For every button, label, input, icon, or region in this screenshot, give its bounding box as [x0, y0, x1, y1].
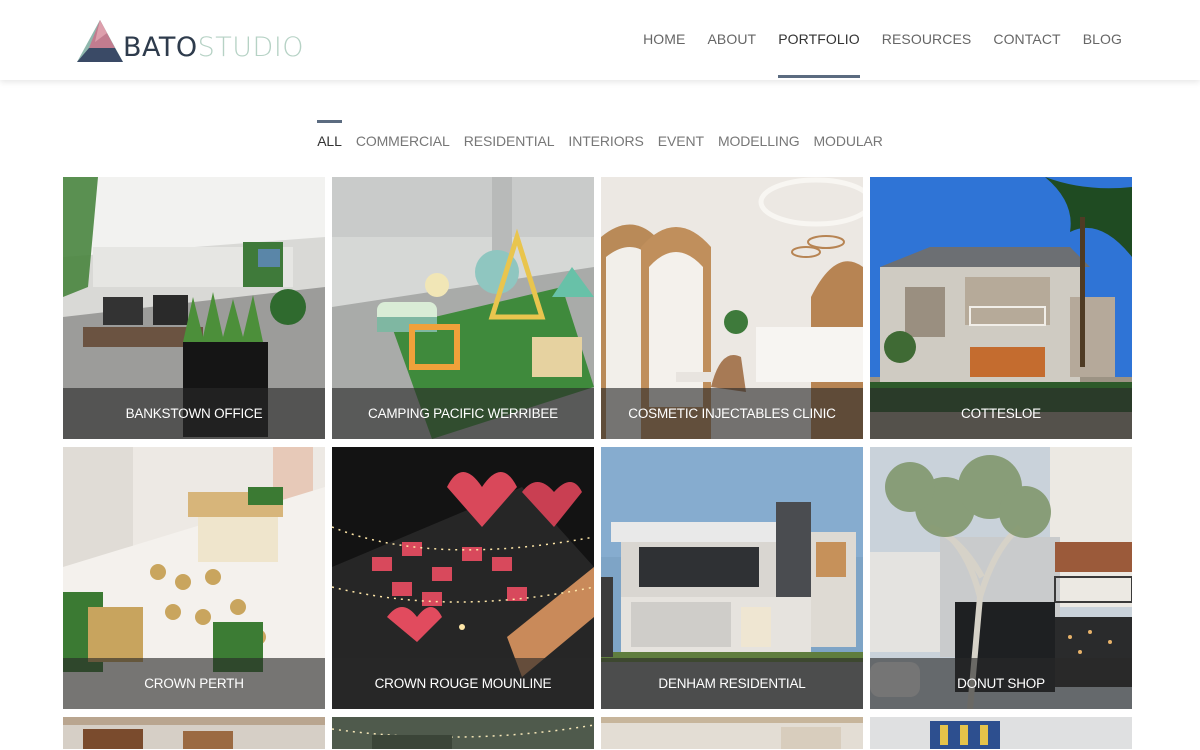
project-title: CAMPING PACIFIC WERRIBEE	[332, 388, 594, 439]
project-tile-partial-4[interactable]	[870, 717, 1132, 749]
main-nav: HOME ABOUT PORTFOLIO RESOURCES CONTACT B…	[621, 31, 1122, 78]
mountain-logo-icon	[77, 20, 123, 62]
project-tile-cottesloe[interactable]: COTTESLOE	[870, 177, 1132, 439]
filter-all[interactable]: ALL	[317, 120, 342, 149]
project-tile-cosmetic-injectables-clinic[interactable]: COSMETIC INJECTABLES CLINIC	[601, 177, 863, 439]
project-title: CROWN ROUGE MOUNLINE	[332, 658, 594, 709]
project-tile-donut-shop[interactable]: DONUT SHOP	[870, 447, 1132, 709]
filter-event[interactable]: EVENT	[658, 133, 704, 149]
nav-resources[interactable]: RESOURCES	[882, 31, 972, 47]
filter-modular[interactable]: MODULAR	[814, 133, 883, 149]
filter-residential[interactable]: RESIDENTIAL	[464, 133, 555, 149]
project-tile-denham-residential[interactable]: DENHAM RESIDENTIAL	[601, 447, 863, 709]
nav-about[interactable]: ABOUT	[707, 31, 756, 47]
nav-blog[interactable]: BLOG	[1083, 31, 1122, 47]
project-tile-partial-3[interactable]	[601, 717, 863, 749]
brand-part1: BATO	[123, 32, 198, 63]
project-title: DONUT SHOP	[870, 658, 1132, 709]
nav-contact[interactable]: CONTACT	[993, 31, 1060, 47]
project-title: CROWN PERTH	[63, 658, 325, 709]
project-title: BANKSTOWN OFFICE	[63, 388, 325, 439]
project-title: COSMETIC INJECTABLES CLINIC	[601, 388, 863, 439]
brand-wordmark: BATOSTUDIO	[123, 34, 304, 64]
site-header: BATOSTUDIO HOME ABOUT PORTFOLIO RESOURCE…	[0, 0, 1200, 80]
project-image	[63, 717, 325, 749]
brand-logo[interactable]: BATOSTUDIO	[75, 16, 304, 64]
project-tile-bankstown-office[interactable]: BANKSTOWN OFFICE	[63, 177, 325, 439]
portfolio-grid: BANKSTOWN OFFICE CAMPING PACIFIC WERRIBE…	[63, 177, 1135, 749]
brand-part2: STUDIO	[197, 32, 305, 63]
nav-home[interactable]: HOME	[643, 31, 685, 47]
portfolio-filters: ALL COMMERCIAL RESIDENTIAL INTERIORS EVE…	[0, 120, 1200, 149]
project-tile-partial-1[interactable]	[63, 717, 325, 749]
project-tile-camping-pacific-werribee[interactable]: CAMPING PACIFIC WERRIBEE	[332, 177, 594, 439]
project-tile-crown-perth[interactable]: CROWN PERTH	[63, 447, 325, 709]
project-image	[870, 717, 1132, 749]
project-tile-crown-rouge-mounline[interactable]: CROWN ROUGE MOUNLINE	[332, 447, 594, 709]
project-title: COTTESLOE	[870, 388, 1132, 439]
filter-modelling[interactable]: MODELLING	[718, 133, 800, 149]
filter-interiors[interactable]: INTERIORS	[568, 133, 643, 149]
nav-portfolio[interactable]: PORTFOLIO	[778, 31, 860, 78]
project-image	[332, 717, 594, 749]
project-title: DENHAM RESIDENTIAL	[601, 658, 863, 709]
project-tile-partial-2[interactable]	[332, 717, 594, 749]
project-image	[601, 717, 863, 749]
filter-commercial[interactable]: COMMERCIAL	[356, 133, 450, 149]
